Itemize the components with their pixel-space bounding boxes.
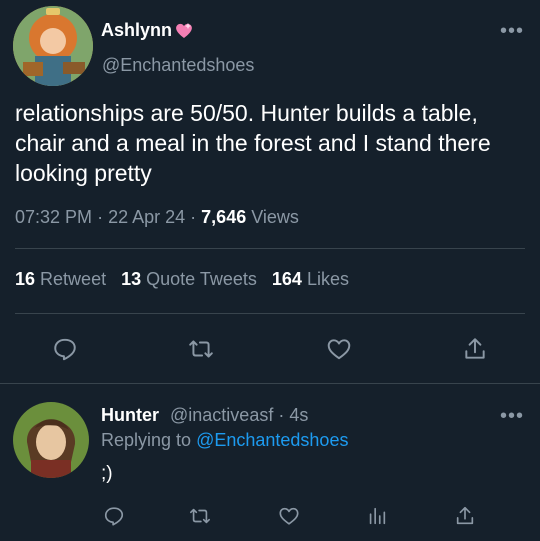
replying-to-label: Replying to	[101, 430, 192, 450]
analytics-icon	[369, 507, 386, 525]
like-icon	[279, 507, 299, 525]
more-icon[interactable]: •••	[500, 21, 524, 41]
more-icon[interactable]: •••	[500, 406, 524, 426]
tweet-text: relationships are 50/50. Hunter builds a…	[15, 100, 491, 186]
tweet-meta: 07:32 PM · 22 Apr 24 · 7,646 Views	[15, 207, 299, 227]
likes-stat[interactable]: 164 Likes	[272, 269, 349, 289]
like-button[interactable]	[324, 334, 354, 364]
user-handle[interactable]: @Enchantedshoes	[102, 55, 254, 76]
quotes-stat[interactable]: 13 Quote Tweets	[121, 269, 262, 289]
reply-text: ;)	[101, 463, 113, 484]
reply-avatar-image	[13, 402, 89, 478]
divider	[15, 313, 525, 314]
divider	[0, 383, 540, 384]
like-icon	[327, 339, 351, 360]
reply-button[interactable]	[50, 334, 80, 364]
retweet-button[interactable]	[186, 334, 216, 364]
reply-avatar[interactable]	[13, 402, 89, 478]
share-button[interactable]	[452, 503, 478, 529]
share-button[interactable]	[460, 334, 490, 364]
reply-age: 4s	[289, 405, 309, 425]
share-icon	[456, 506, 474, 525]
retweet-icon	[190, 508, 210, 524]
reply-icon	[54, 338, 76, 361]
reply-display-name[interactable]: Hunter	[101, 405, 159, 425]
retweets-stat[interactable]: 16 Retweet	[15, 269, 111, 289]
display-name[interactable]: Ashlynn	[101, 20, 172, 41]
retweet-button[interactable]	[187, 503, 213, 529]
replying-to-handle[interactable]: @Enchantedshoes	[196, 430, 348, 450]
avatar[interactable]	[13, 6, 93, 86]
reply-handle[interactable]: @inactiveasf	[170, 405, 273, 425]
retweet-icon	[189, 340, 213, 358]
divider	[15, 248, 525, 249]
reply-button[interactable]	[101, 503, 127, 529]
views-count: 7,646	[201, 207, 247, 227]
tweet-time[interactable]: 07:32 PM	[15, 207, 92, 227]
tweet-date[interactable]: 22 Apr 24	[108, 207, 185, 227]
sparkling-heart-icon	[176, 22, 192, 38]
share-icon	[465, 338, 485, 359]
views-label: Views	[251, 207, 299, 227]
reply-icon	[104, 507, 124, 526]
engagement-stats: 16 Retweet 13 Quote Tweets 164 Likes	[15, 269, 349, 290]
analytics-button[interactable]	[364, 503, 390, 529]
like-button[interactable]	[276, 503, 302, 529]
avatar-image	[13, 6, 93, 86]
